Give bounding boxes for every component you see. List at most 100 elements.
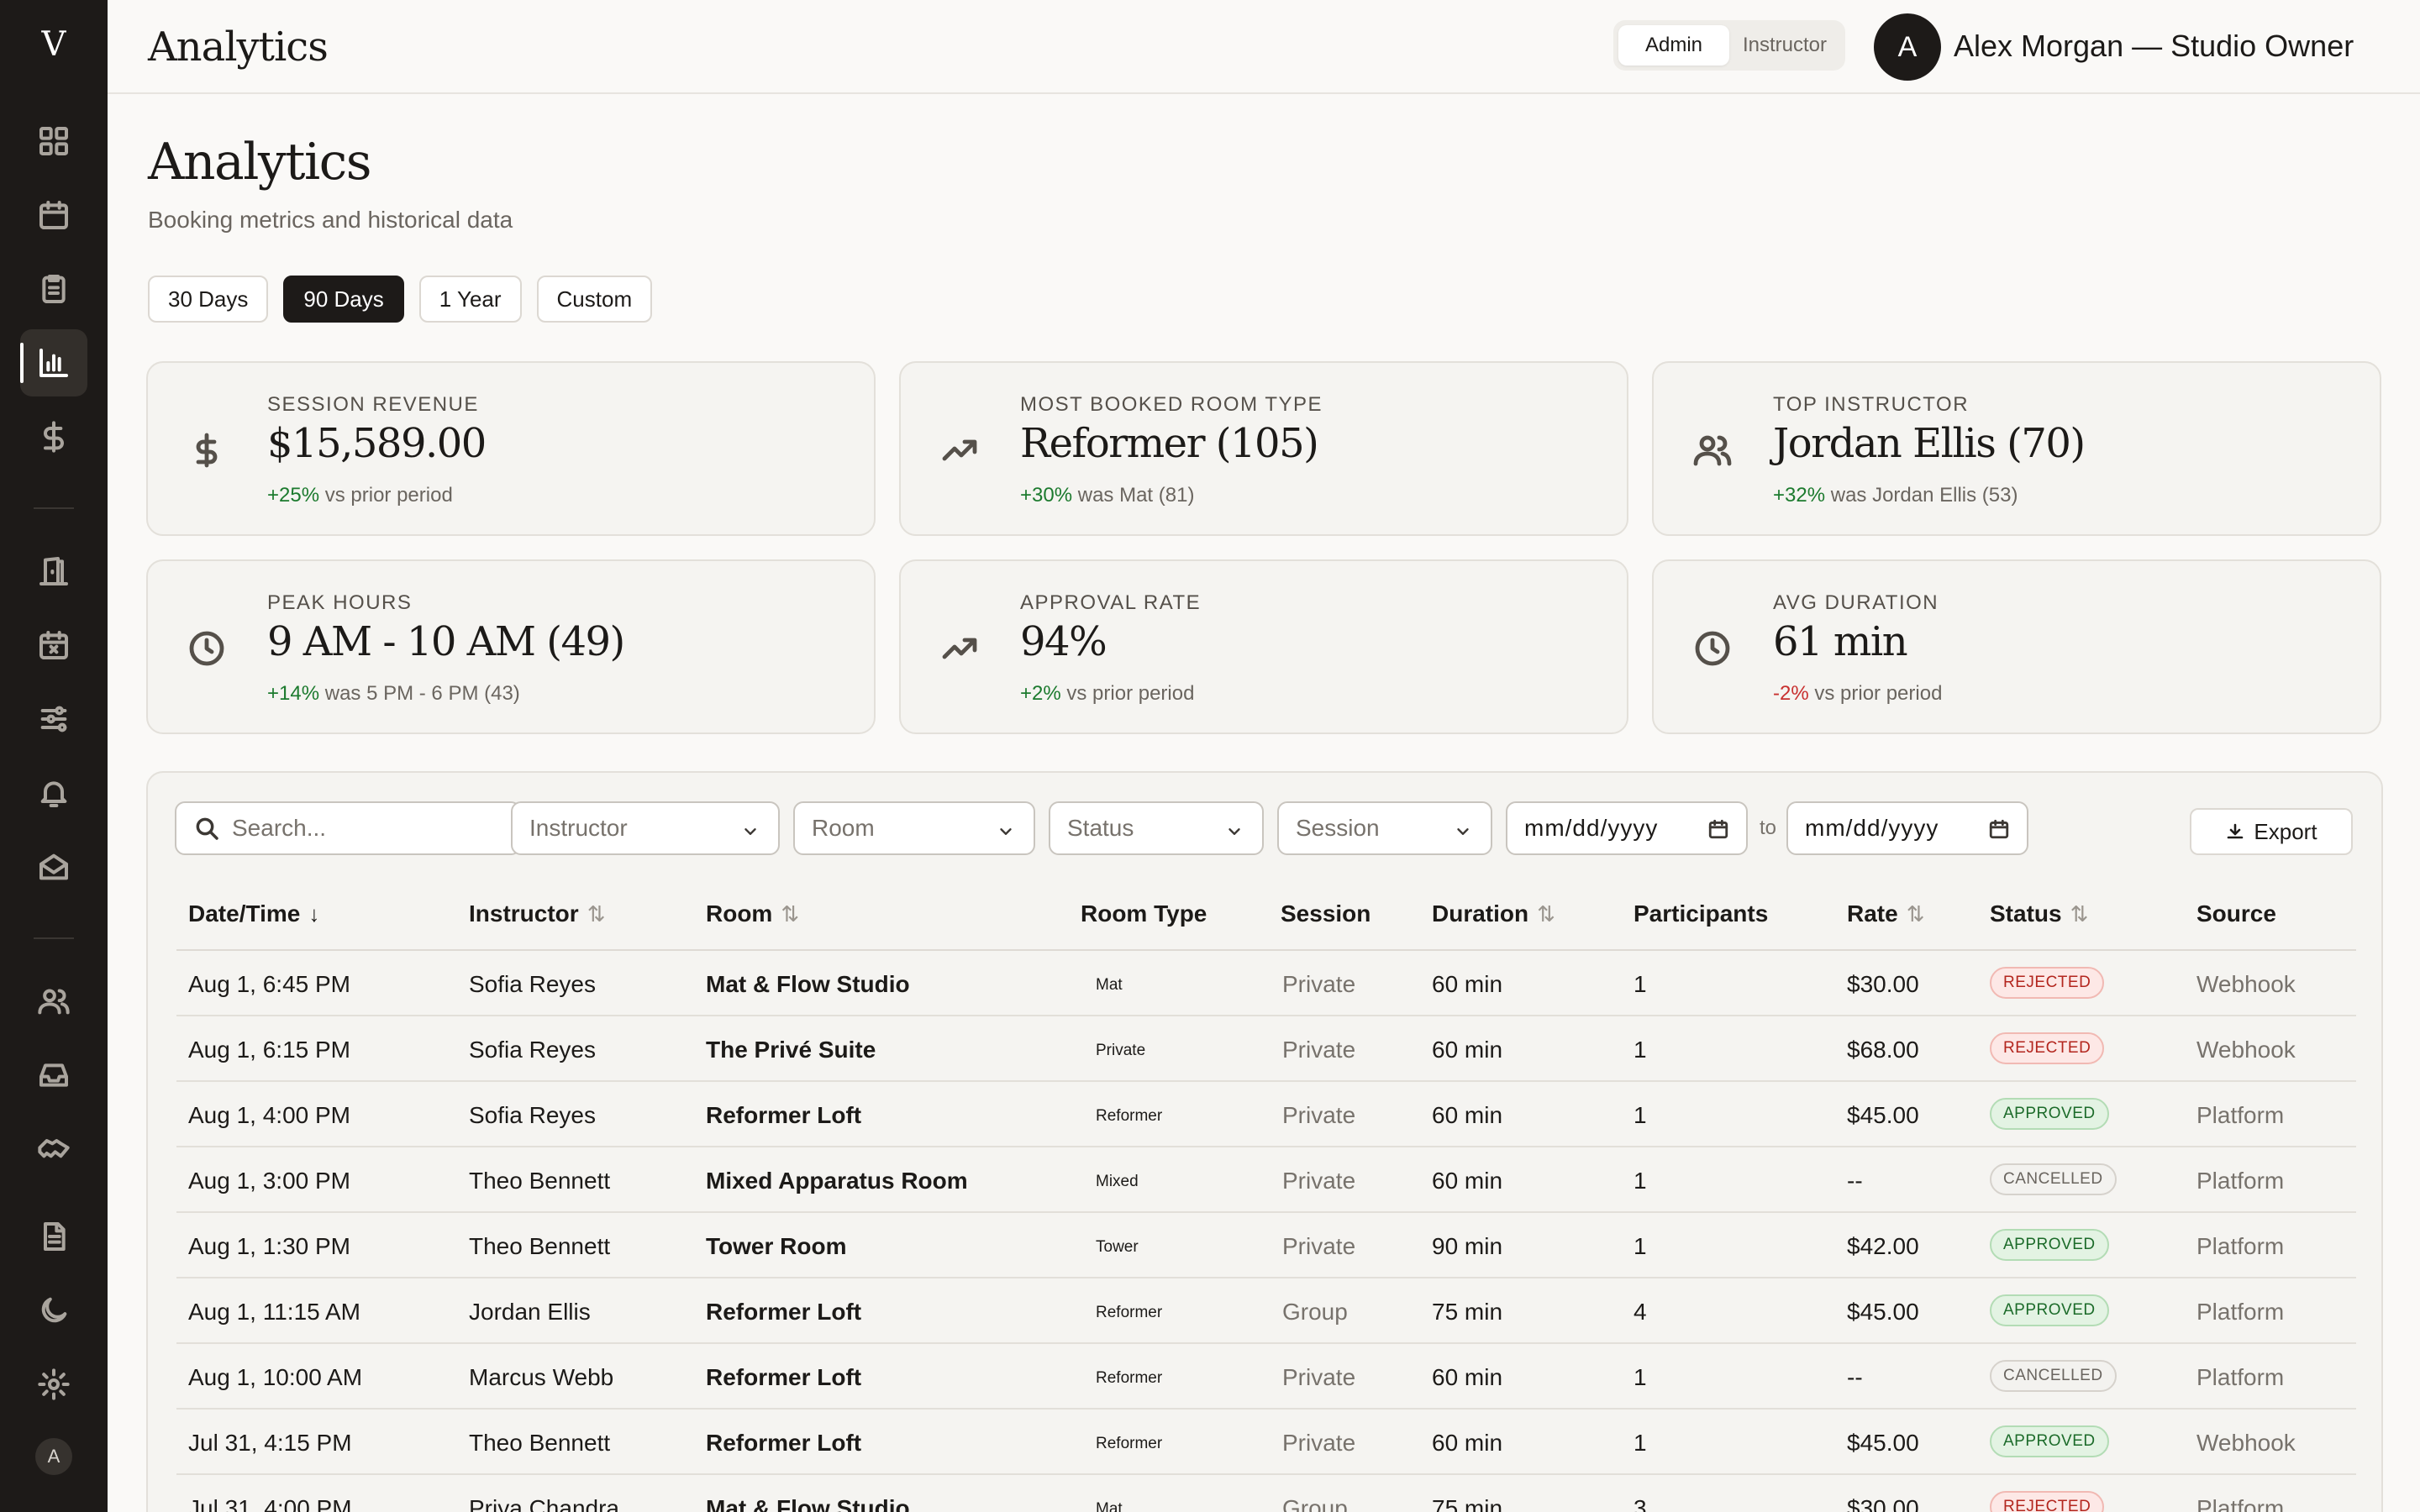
user-avatar[interactable]: A bbox=[1874, 13, 1941, 81]
nav-dashboard[interactable] bbox=[20, 108, 87, 175]
dollar-icon bbox=[44, 421, 64, 453]
role-toggle: Admin Instructor bbox=[1613, 20, 1845, 71]
nav-rooms[interactable] bbox=[20, 538, 87, 605]
table-row[interactable]: Aug 1, 4:00 PM Sofia Reyes Reformer Loft Re… bbox=[176, 1082, 2356, 1147]
cell-session: Private bbox=[1282, 1430, 1356, 1456]
cell-session: Group bbox=[1282, 1495, 1348, 1512]
cell-instructor: Sofia Reyes bbox=[469, 971, 596, 997]
sidebar-avatar[interactable]: A bbox=[35, 1438, 72, 1475]
clock-icon bbox=[189, 631, 224, 666]
column-header-room[interactable]: Room ⇅ bbox=[706, 900, 799, 927]
download-icon bbox=[2228, 823, 2244, 839]
metric-label: AVG DURATION bbox=[1773, 591, 1939, 614]
metric-card-peak-hours: PEAK HOURS 9 AM - 10 AM (49) +14% was 5 … bbox=[146, 559, 876, 734]
metric-value: Reformer (105) bbox=[1020, 420, 1319, 467]
cell-rate: $30.00 bbox=[1847, 971, 1919, 997]
session-filter-label: Session bbox=[1296, 815, 1380, 841]
status-filter[interactable]: Status bbox=[1049, 801, 1264, 855]
table-row[interactable]: Jul 31, 4:00 PM Priya Chandra Mat & Flow S… bbox=[176, 1475, 2356, 1512]
status-badge: REJECTED bbox=[1990, 1491, 2105, 1512]
table-row[interactable]: Aug 1, 10:00 AM Marcus Webb Reformer Loft R… bbox=[176, 1344, 2356, 1410]
column-header-duration[interactable]: Duration ⇅ bbox=[1432, 900, 1555, 927]
sort-icon: ⇅ bbox=[1906, 900, 1925, 927]
role-admin-button[interactable]: Admin bbox=[1618, 25, 1729, 66]
cell-source: Platform bbox=[2196, 1233, 2285, 1259]
cell-date: Jul 31, 4:00 PM bbox=[188, 1495, 352, 1512]
cell-source: Webhook bbox=[2196, 1037, 2296, 1063]
nav-payments[interactable] bbox=[20, 403, 87, 470]
cell-room: Reformer Loft bbox=[706, 1364, 862, 1390]
nav-analytics[interactable] bbox=[20, 329, 87, 396]
nav-notifications[interactable] bbox=[20, 759, 87, 827]
cell-source: Webhook bbox=[2196, 971, 2296, 997]
cell-room: Mat & Flow Studio bbox=[706, 971, 910, 997]
nav-clients[interactable] bbox=[20, 968, 87, 1035]
metric-card-approval-rate: APPROVAL RATE 94% +2% vs prior period bbox=[899, 559, 1628, 734]
gear-icon bbox=[38, 1368, 70, 1400]
cell-duration: 60 min bbox=[1432, 1364, 1503, 1390]
role-instructor-button[interactable]: Instructor bbox=[1729, 25, 1840, 66]
cell-room-type: Reformer bbox=[1096, 1435, 1163, 1452]
instructor-filter[interactable]: Instructor bbox=[511, 801, 780, 855]
status-badge: REJECTED bbox=[1990, 967, 2105, 999]
session-filter[interactable]: Session bbox=[1277, 801, 1492, 855]
metric-delta: +14% bbox=[267, 682, 320, 705]
table-row[interactable]: Aug 1, 11:15 AM Jordan Ellis Reformer Loft… bbox=[176, 1278, 2356, 1344]
nav-messages[interactable] bbox=[20, 833, 87, 900]
cell-session: Group bbox=[1282, 1299, 1348, 1325]
nav-partners[interactable] bbox=[20, 1116, 87, 1183]
table-row[interactable]: Aug 1, 6:45 PM Sofia Reyes Mat & Flow Stud… bbox=[176, 951, 2356, 1016]
cell-participants: 1 bbox=[1634, 971, 1647, 997]
metric-value: $15,589.00 bbox=[267, 420, 487, 467]
table-row[interactable]: Jul 31, 4:15 PM Theo Bennett Reformer Loft… bbox=[176, 1410, 2356, 1475]
metric-card-most-booked-room-type: MOST BOOKED ROOM TYPE Reformer (105) +30… bbox=[899, 361, 1628, 536]
date-from-input[interactable]: mm/dd/yyyy bbox=[1506, 801, 1748, 855]
search-input[interactable]: Search... bbox=[175, 801, 521, 855]
nav-documents[interactable] bbox=[20, 1203, 87, 1270]
nav-blocked-dates[interactable] bbox=[20, 612, 87, 679]
nav-inbox[interactable] bbox=[20, 1042, 87, 1109]
app-logo[interactable]: V bbox=[0, 25, 108, 64]
table-row[interactable]: Aug 1, 1:30 PM Theo Bennett Tower Room Towe… bbox=[176, 1213, 2356, 1278]
range-custom-button[interactable]: Custom bbox=[536, 276, 653, 323]
cell-status: APPROVED bbox=[1990, 1425, 2109, 1457]
cell-instructor: Sofia Reyes bbox=[469, 1037, 596, 1063]
range-1-year-button[interactable]: 1 Year bbox=[418, 276, 522, 323]
table-row[interactable]: Aug 1, 6:15 PM Sofia Reyes The Privé Suite… bbox=[176, 1016, 2356, 1082]
user-name[interactable]: Alex Morgan — Studio Owner bbox=[1954, 29, 2354, 64]
cell-status: REJECTED bbox=[1990, 1490, 2105, 1512]
nav-bookings[interactable] bbox=[20, 255, 87, 323]
cell-date: Aug 1, 6:15 PM bbox=[188, 1037, 351, 1063]
nav-theme[interactable] bbox=[20, 1277, 87, 1344]
calendar-icon bbox=[39, 201, 68, 229]
cell-instructor: Theo Bennett bbox=[469, 1430, 611, 1456]
status-badge: CANCELLED bbox=[1990, 1163, 2117, 1195]
cell-room-type: Mixed bbox=[1096, 1173, 1139, 1190]
column-header-instructor[interactable]: Instructor ⇅ bbox=[469, 900, 605, 927]
date-from-value: mm/dd/yyyy bbox=[1524, 815, 1659, 841]
nav-calendar[interactable] bbox=[20, 181, 87, 249]
column-header-rate[interactable]: Rate ⇅ bbox=[1847, 900, 1925, 927]
nav-settings[interactable] bbox=[20, 1351, 87, 1418]
room-filter[interactable]: Room bbox=[793, 801, 1035, 855]
cell-date: Aug 1, 4:00 PM bbox=[188, 1102, 351, 1128]
metric-label: MOST BOOKED ROOM TYPE bbox=[1020, 393, 1323, 416]
date-range-to-label: to bbox=[1760, 816, 1777, 839]
door-icon bbox=[39, 557, 68, 585]
nav-settings-sliders[interactable] bbox=[20, 685, 87, 753]
export-button[interactable]: Export bbox=[2190, 808, 2353, 855]
column-header-datetime[interactable]: Date/Time ↓ bbox=[188, 900, 319, 927]
cell-instructor: Marcus Webb bbox=[469, 1364, 614, 1390]
table-row[interactable]: Aug 1, 3:00 PM Theo Bennett Mixed Apparatu… bbox=[176, 1147, 2356, 1213]
cell-room-type: Private bbox=[1096, 1042, 1146, 1059]
instructor-filter-label: Instructor bbox=[529, 815, 628, 841]
search-icon bbox=[196, 817, 218, 840]
metric-note: vs prior period bbox=[324, 484, 453, 507]
cell-duration: 60 min bbox=[1432, 971, 1503, 997]
cell-duration: 75 min bbox=[1432, 1495, 1503, 1512]
cell-rate: $45.00 bbox=[1847, 1430, 1919, 1456]
range-30-days-button[interactable]: 30 Days bbox=[148, 276, 269, 323]
column-header-status[interactable]: Status ⇅ bbox=[1990, 900, 2088, 927]
date-to-input[interactable]: mm/dd/yyyy bbox=[1786, 801, 2028, 855]
range-90-days-button[interactable]: 90 Days bbox=[283, 276, 404, 323]
